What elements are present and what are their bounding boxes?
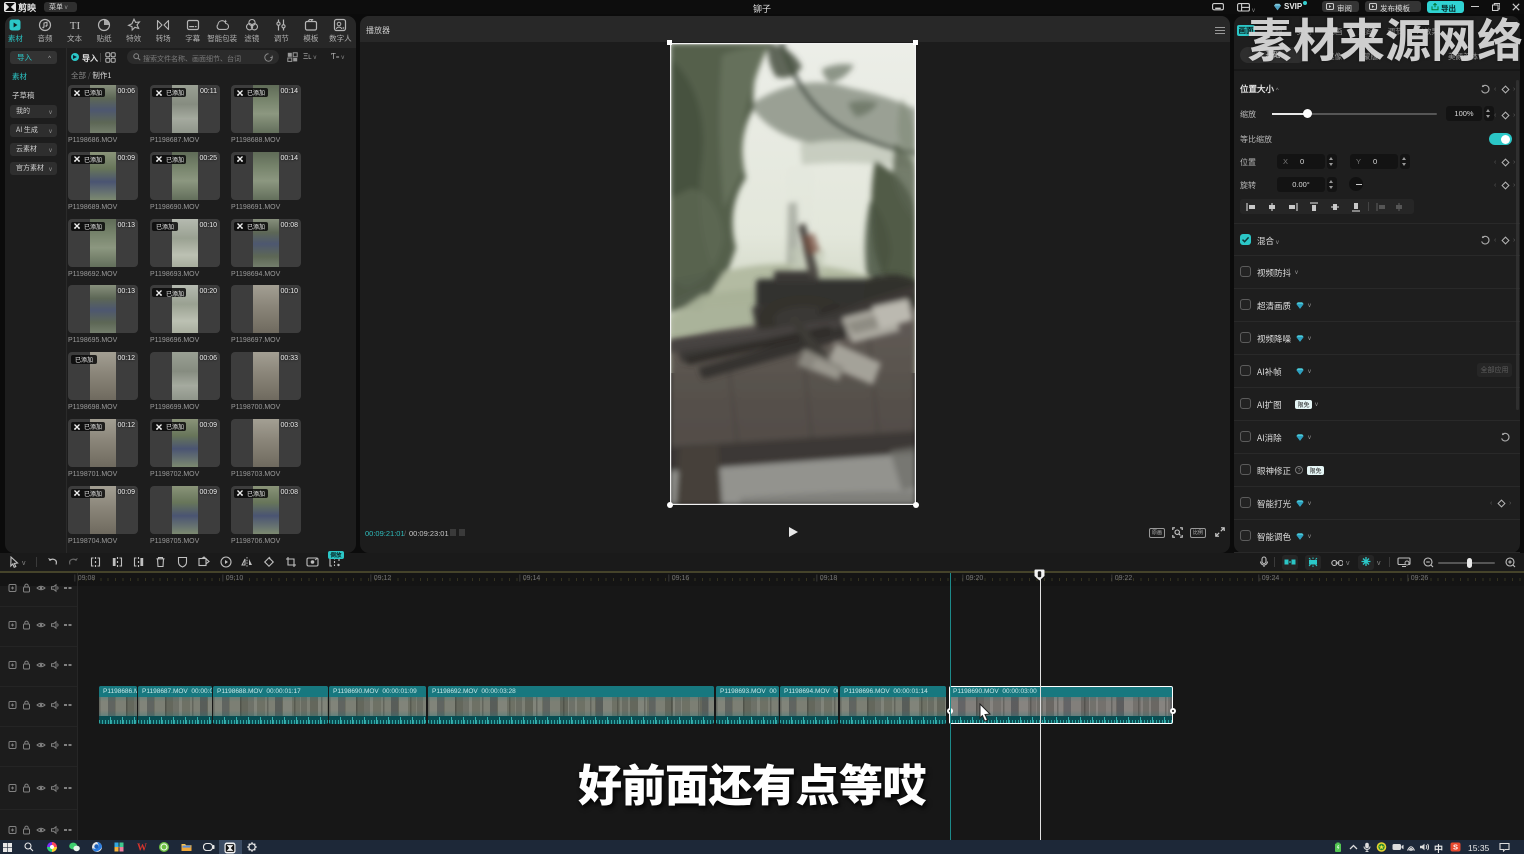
svg-text:S: S <box>1453 843 1458 852</box>
svg-text:TI: TI <box>69 20 80 32</box>
svg-text:W: W <box>137 843 147 852</box>
